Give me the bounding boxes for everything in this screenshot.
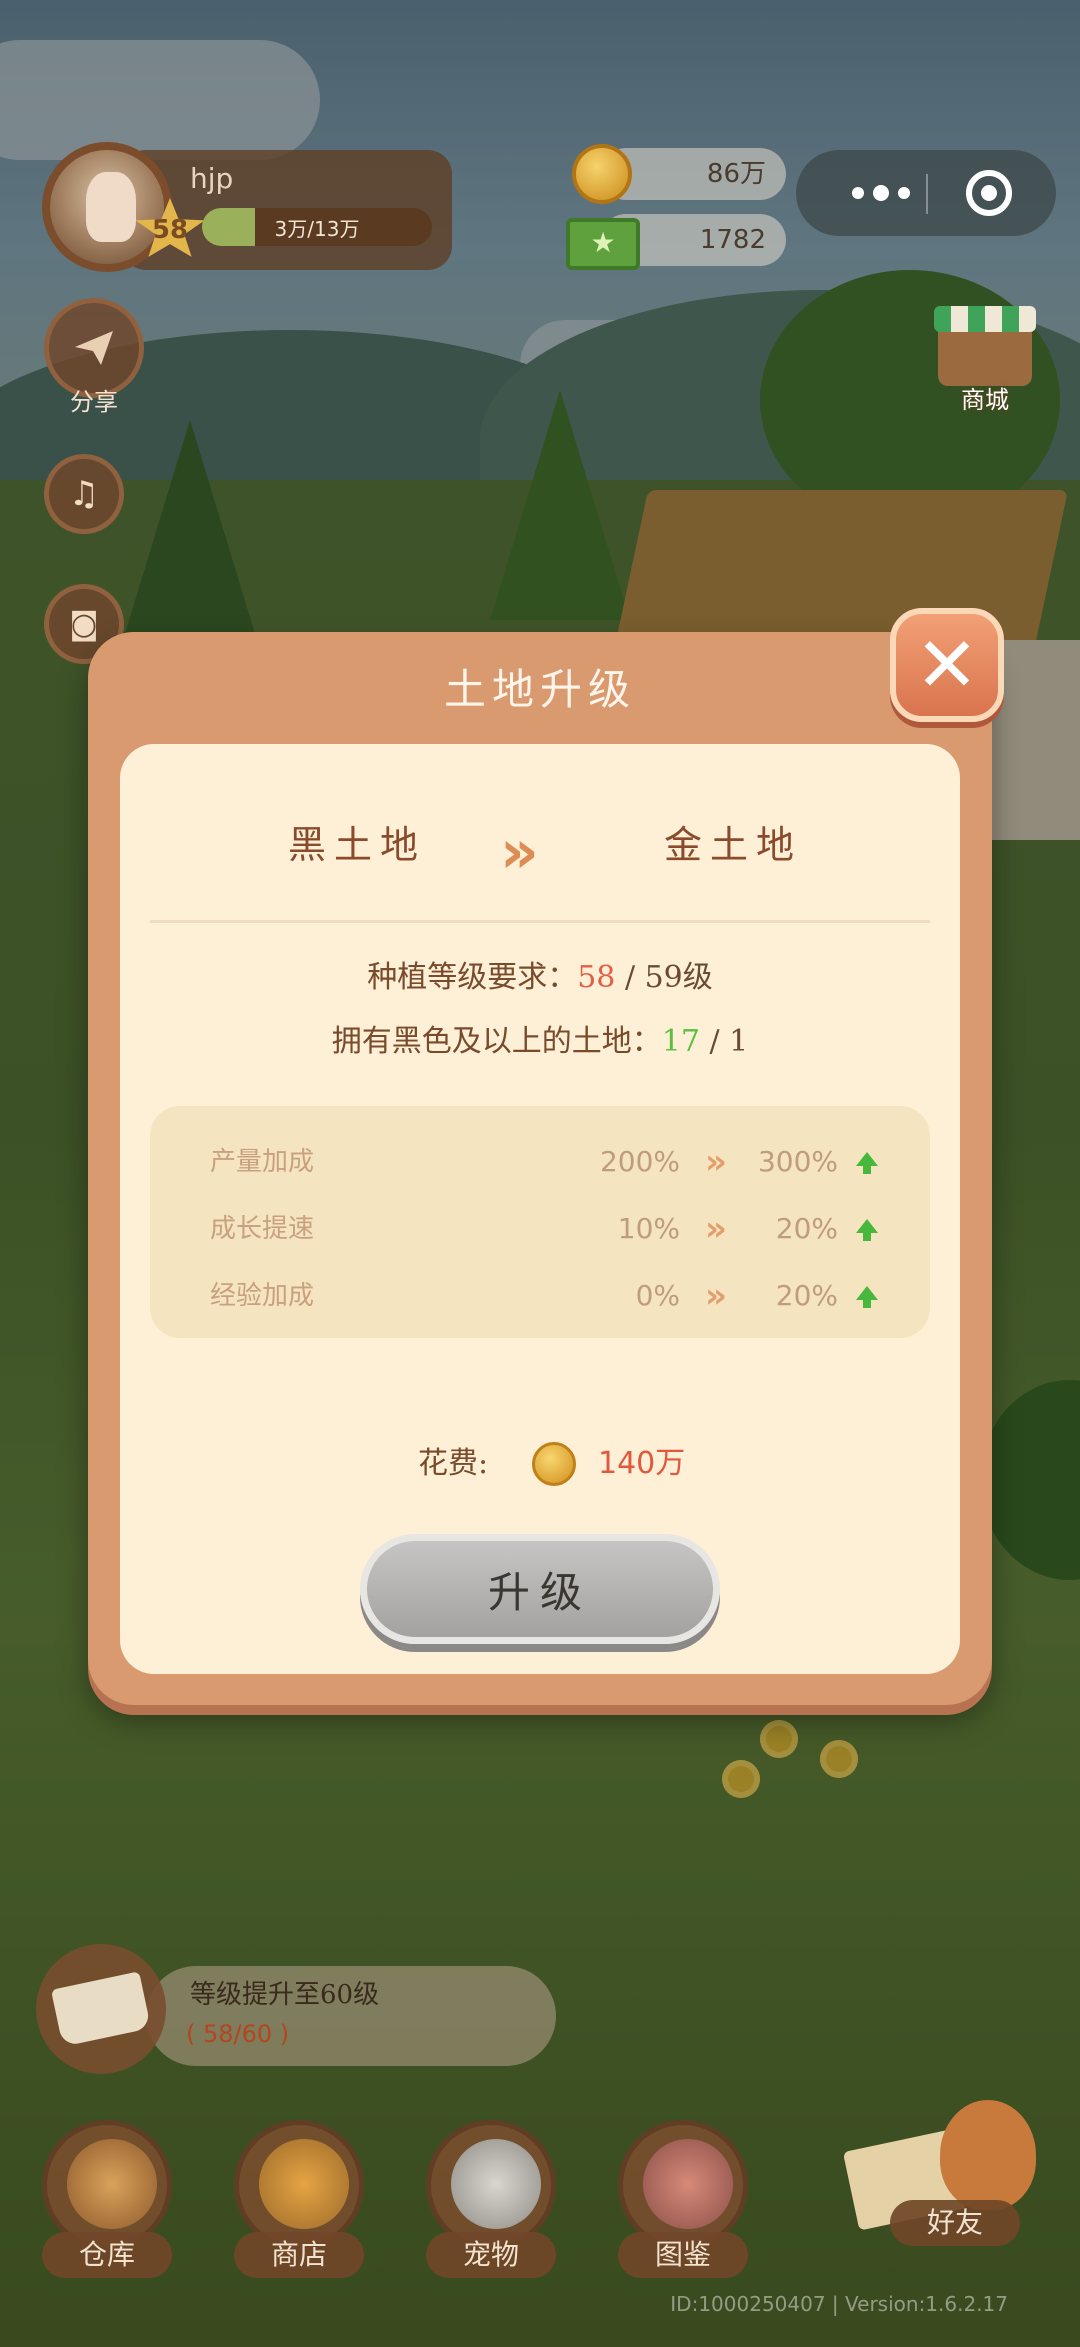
- book-icon: [36, 1944, 166, 2074]
- nav-circle: [234, 2120, 364, 2250]
- share-label: 分享: [70, 388, 118, 416]
- exp-text: 3万/13万: [274, 216, 360, 241]
- fruit-basket-icon: [259, 2139, 349, 2229]
- dialog-title: 土地升级: [443, 665, 636, 714]
- cost-value: 140万: [598, 1446, 686, 1481]
- player-panel[interactable]: 58 hjp 3万/13万: [42, 142, 452, 272]
- upgrade-button[interactable]: 升级: [360, 1534, 720, 1644]
- exp-bar: 3万/13万: [202, 208, 432, 246]
- dot-icon: [898, 187, 910, 199]
- player-name: hjp: [190, 162, 234, 195]
- upgrade-cost: 花费: 140万: [120, 1434, 960, 1494]
- double-chevron-right-icon: »: [500, 817, 538, 887]
- quest-title: 等级提升至60级: [190, 1980, 380, 2010]
- bonus-label: 经验加成: [210, 1281, 315, 1311]
- double-chevron-right-icon: »: [705, 1209, 727, 1249]
- bonus-row: 产量加成 200% » 300%: [150, 1132, 930, 1192]
- nav-pet-button[interactable]: 宠物: [426, 2120, 556, 2278]
- nav-label: 仓库: [42, 2232, 172, 2278]
- camera-icon: ◙: [69, 606, 99, 642]
- version-info: ID:1000250407 | Version:1.6.2.17: [670, 2292, 1008, 2316]
- shop-mall-button[interactable]: 商城: [930, 290, 1040, 414]
- nav-friends-button[interactable]: 好友: [842, 2080, 1060, 2280]
- level-current: 58: [577, 960, 616, 995]
- double-chevron-right-icon: »: [705, 1276, 727, 1316]
- exit-miniprogram-icon[interactable]: [966, 170, 1012, 216]
- arrow-up-icon: [856, 1219, 878, 1241]
- bonus-row: 经验加成 0% » 20%: [150, 1266, 930, 1326]
- land-required: / 1: [709, 1024, 749, 1059]
- bonus-to-value: 300%: [757, 1145, 838, 1178]
- quest-progress: ( 58/60 ): [186, 2020, 290, 2048]
- nav-warehouse-button[interactable]: 仓库: [42, 2120, 172, 2278]
- target-land-type: 金土地: [664, 823, 803, 867]
- nav-circle: [42, 2120, 172, 2250]
- cost-label: 花费:: [418, 1446, 489, 1481]
- bonus-to-value: 20%: [775, 1212, 838, 1245]
- land-requirement: 拥有黑色及以上的土地：17 / 1: [120, 1016, 960, 1060]
- coin-value: 86万: [706, 159, 766, 189]
- nav-circle: [426, 2120, 556, 2250]
- arrow-up-icon: [856, 1152, 878, 1174]
- music-toggle-button[interactable]: ♫: [44, 454, 124, 534]
- divider: [150, 920, 930, 923]
- photo-album-icon: [643, 2139, 733, 2229]
- avatar-face: [86, 172, 136, 242]
- bonus-from-value: 10%: [617, 1212, 680, 1245]
- shop-awning: [934, 306, 1036, 332]
- dog-icon: [451, 2139, 541, 2229]
- shop-label: 商城: [961, 386, 1009, 414]
- more-menu-button[interactable]: [836, 150, 926, 236]
- dot-icon: [852, 187, 864, 199]
- cash-icon: [566, 218, 640, 270]
- bonus-from-value: 200%: [599, 1145, 680, 1178]
- land-upgrade-dialog: 土地升级 黑土地 » 金土地 种植等级要求：58 / 59级 拥有黑色及以上的土…: [88, 632, 992, 1705]
- level-requirement: 种植等级要求：58 / 59级: [120, 952, 960, 996]
- nav-store-button[interactable]: 商店: [234, 2120, 364, 2278]
- bird-icon: [940, 2100, 1036, 2210]
- nav-label: 好友: [890, 2200, 1020, 2246]
- cash-value: 1782: [699, 225, 766, 255]
- bonus-list: 产量加成 200% » 300% 成长提速 10% » 20% 经验加成 0% …: [150, 1106, 930, 1338]
- double-chevron-right-icon: »: [705, 1142, 727, 1182]
- nav-label: 商店: [234, 2232, 364, 2278]
- paper-plane-icon: [75, 331, 113, 365]
- music-off-icon: ♫: [68, 474, 100, 514]
- close-icon: ✕: [915, 620, 979, 709]
- dot-icon: [873, 185, 889, 201]
- land-current: 17: [661, 1024, 700, 1059]
- warehouse-icon: [67, 2139, 157, 2229]
- bonus-to-value: 20%: [775, 1279, 838, 1312]
- arrow-up-icon: [856, 1286, 878, 1308]
- bonus-label: 成长提速: [210, 1214, 315, 1244]
- nav-circle: [618, 2120, 748, 2250]
- level-requirement-label: 种植等级要求：: [367, 960, 578, 995]
- land-requirement-label: 拥有黑色及以上的土地：: [331, 1024, 662, 1059]
- dialog-body: 黑土地 » 金土地 种植等级要求：58 / 59级 拥有黑色及以上的土地：17 …: [120, 744, 960, 1674]
- nav-label: 宠物: [426, 2232, 556, 2278]
- nav-label: 图鉴: [618, 2232, 748, 2278]
- coin-icon: [572, 144, 632, 204]
- bonus-label: 产量加成: [210, 1147, 315, 1177]
- nav-collection-button[interactable]: 图鉴: [618, 2120, 748, 2278]
- bonus-row: 成长提速 10% » 20%: [150, 1199, 930, 1259]
- close-dialog-button[interactable]: ✕: [890, 608, 1004, 722]
- quest-tracker[interactable]: 等级提升至60级 ( 58/60 ): [36, 1944, 556, 2078]
- capsule-divider: [926, 174, 928, 214]
- bonus-from-value: 0%: [635, 1279, 680, 1312]
- level-required: / 59级: [624, 960, 713, 995]
- land-conversion: 黑土地 » 金土地: [120, 814, 960, 894]
- current-land-type: 黑土地: [288, 823, 427, 867]
- miniprogram-capsule: [796, 150, 1056, 236]
- coin-icon: [532, 1442, 576, 1486]
